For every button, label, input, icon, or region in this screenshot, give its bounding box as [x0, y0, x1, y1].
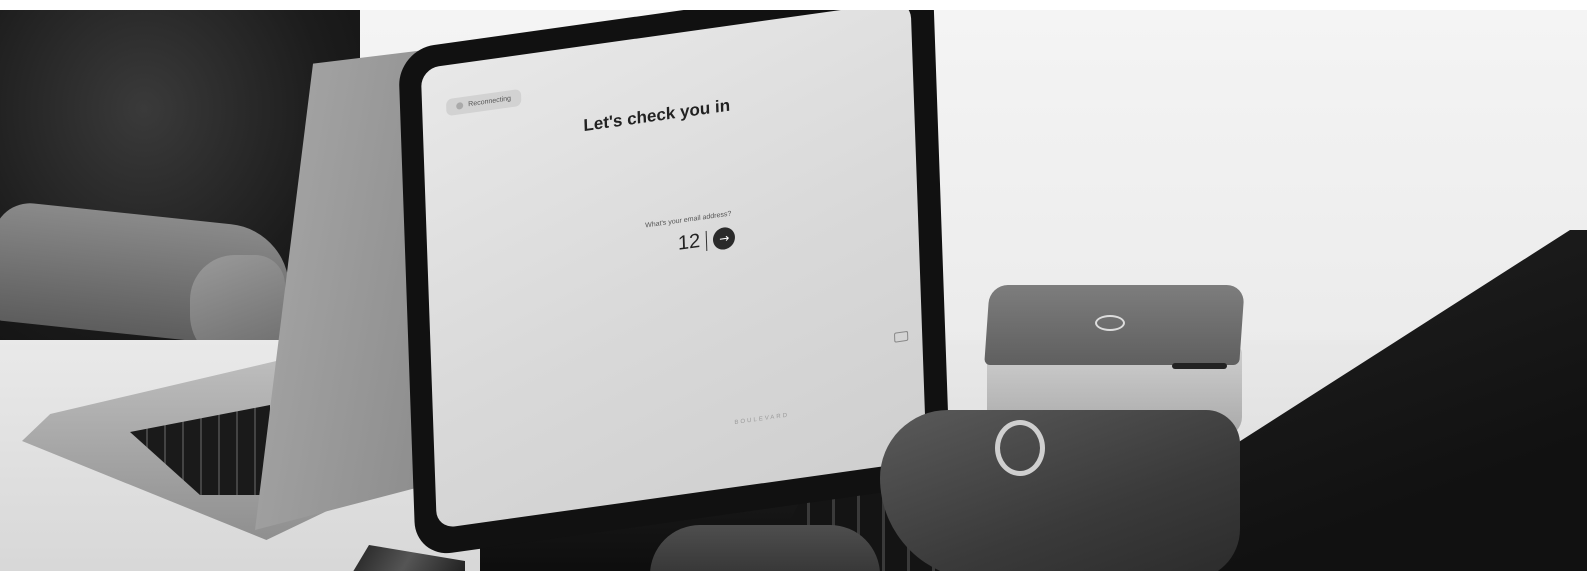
- ring: [995, 420, 1045, 476]
- email-row: 12 →: [678, 225, 736, 256]
- tablet: Reconnecting Let's check you in What's y…: [398, 10, 951, 558]
- email-input[interactable]: 12: [678, 230, 701, 256]
- connection-status-badge: Reconnecting: [445, 88, 522, 117]
- arrow-right-icon: →: [718, 230, 730, 246]
- right-hand: [880, 410, 1240, 571]
- status-label: Reconnecting: [468, 95, 512, 109]
- brand-wordmark: BOULEVARD: [734, 412, 790, 427]
- printer-slot: [1172, 363, 1227, 369]
- printer-logo-icon: [1095, 315, 1125, 331]
- keyboard-icon[interactable]: [893, 330, 909, 343]
- tablet-screen: Reconnecting Let's check you in What's y…: [420, 10, 927, 529]
- text-caret: [705, 230, 708, 251]
- submit-button[interactable]: →: [712, 225, 736, 251]
- page-title: Let's check you in: [583, 95, 731, 136]
- status-dot-icon: [456, 101, 464, 110]
- left-hand: [650, 525, 880, 571]
- photo: Reconnecting Let's check you in What's y…: [0, 10, 1587, 571]
